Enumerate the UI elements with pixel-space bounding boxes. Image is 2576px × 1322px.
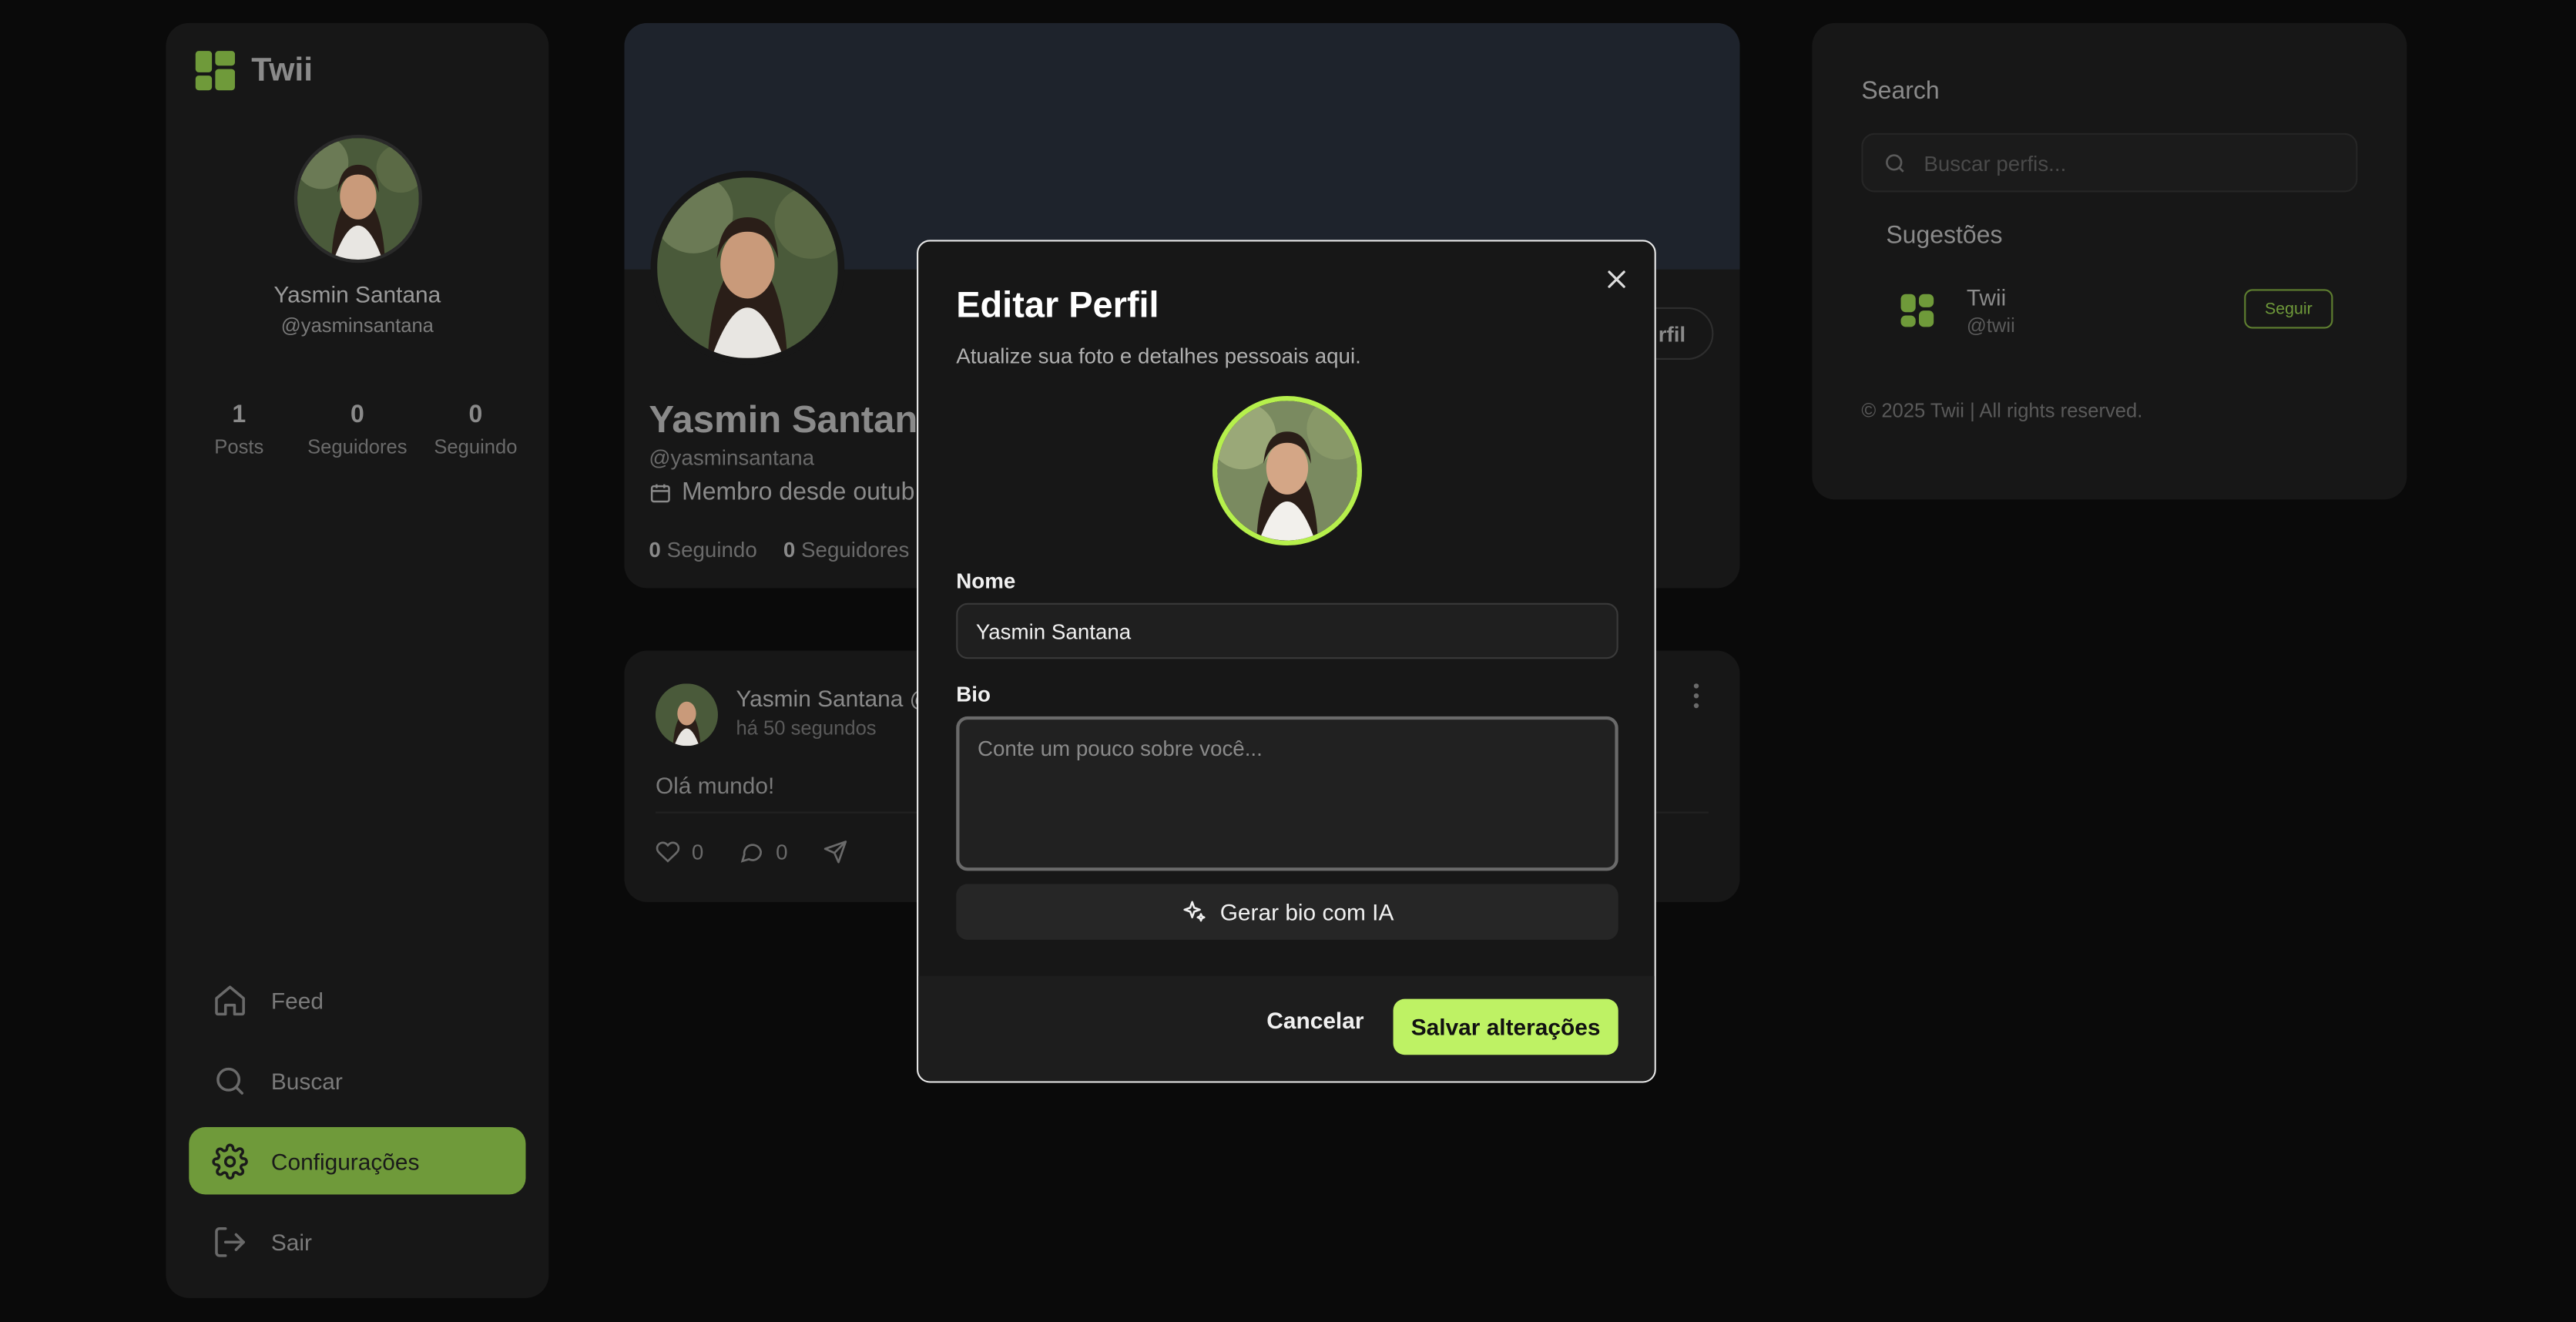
post-text: Olá mundo! xyxy=(655,772,775,799)
stat-followers[interactable]: 0 Seguidores xyxy=(298,401,417,458)
avatar-photo xyxy=(1217,401,1357,541)
comment-icon xyxy=(741,844,763,863)
user-name: Yasmin Santana xyxy=(273,280,441,307)
sidebar-item-label: Feed xyxy=(270,986,324,1013)
followers-label: Seguidores xyxy=(801,537,910,562)
suggestions-title: Sugestões xyxy=(1886,221,2003,250)
name-field[interactable]: Yasmin Santana xyxy=(956,602,1618,659)
logo-icon xyxy=(195,51,235,91)
logout-icon xyxy=(215,1226,245,1257)
generate-bio-button[interactable]: Gerar bio com IA xyxy=(956,884,1618,940)
stat-posts[interactable]: 1 Posts xyxy=(180,401,299,458)
like-button[interactable]: 0 xyxy=(656,840,703,864)
followers-count[interactable]: 0 Seguidores xyxy=(783,537,909,562)
sidebar: Twii Yasmin Santana @yasminsantana 1 Pos… xyxy=(166,22,549,1298)
stat-value: 0 xyxy=(350,401,364,429)
comment-count: 0 xyxy=(776,839,788,864)
avatar-photo xyxy=(297,138,419,260)
sidebar-item-configuracoes[interactable]: Configurações xyxy=(189,1127,526,1195)
comment-button[interactable]: 0 xyxy=(740,839,788,864)
cancel-button[interactable]: Cancelar xyxy=(1266,1007,1363,1033)
follow-button[interactable]: Seguir xyxy=(2244,289,2333,329)
calendar-icon xyxy=(650,483,670,502)
sidebar-item-buscar[interactable]: Buscar xyxy=(189,1047,525,1114)
post-avatar[interactable] xyxy=(655,683,718,747)
suggestion-name[interactable]: Twii xyxy=(1967,284,2006,310)
stat-label: Seguidores xyxy=(307,435,408,459)
bio-textarea[interactable] xyxy=(956,716,1618,871)
stat-label: Posts xyxy=(214,435,264,459)
save-button[interactable]: Salvar alterações xyxy=(1393,998,1618,1055)
user-stats: 1 Posts 0 Seguidores 0 Seguindo xyxy=(166,401,548,458)
member-since: Membro desde outub xyxy=(649,478,914,506)
avatar-upload[interactable] xyxy=(1212,395,1363,546)
avatar-photo xyxy=(655,683,718,747)
dialog-title: Editar Perfil xyxy=(956,284,1159,326)
suggestion-handle: @twii xyxy=(1966,314,2015,337)
edit-profile-dialog: Editar Perfil Atualize sua foto e detalh… xyxy=(917,240,1656,1083)
gear-icon xyxy=(212,1142,248,1179)
profile-avatar[interactable] xyxy=(650,170,845,365)
logo-text: Twii xyxy=(251,52,314,89)
copyright: © 2025 Twii | All rights reserved. xyxy=(1861,399,2143,423)
stat-following[interactable]: 0 Seguindo xyxy=(417,401,535,458)
dialog-subtitle: Atualize sua foto e detalhes pessoais aq… xyxy=(956,343,1361,368)
avatar[interactable] xyxy=(293,134,423,263)
dialog-footer: Cancelar Salvar alterações xyxy=(918,975,1655,1082)
right-panel: Search Sugestões Twii @twii Seguir © 202… xyxy=(1812,22,2407,500)
post-author[interactable]: Yasmin Santana @ xyxy=(736,685,932,711)
search-icon xyxy=(216,1066,243,1094)
heart-icon xyxy=(656,841,680,863)
twii-logo-icon xyxy=(1900,294,1934,327)
search-box[interactable] xyxy=(1861,133,2358,193)
sidebar-item-label: Sair xyxy=(270,1228,313,1255)
user-handle: @yasminsantana xyxy=(280,314,434,337)
sidebar-item-sair[interactable]: Sair xyxy=(189,1208,525,1275)
avatar-photo xyxy=(657,177,838,358)
send-icon xyxy=(824,841,848,864)
bio-label: Bio xyxy=(956,682,991,707)
stat-value: 0 xyxy=(468,401,483,429)
post-actions: 0 0 xyxy=(656,840,849,864)
follow-counts: 0 Seguindo 0 Seguidores xyxy=(649,537,909,562)
search-title: Search xyxy=(1861,77,1940,106)
sidebar-item-label: Buscar xyxy=(270,1067,343,1094)
following-label: Seguindo xyxy=(666,537,757,562)
profile-handle: @yasminsantana xyxy=(649,445,815,470)
home-icon xyxy=(215,985,245,1015)
more-options-icon[interactable] xyxy=(1693,683,1701,713)
close-icon[interactable] xyxy=(1602,264,1631,294)
sparkles-icon xyxy=(1182,901,1205,922)
search-icon xyxy=(1886,153,1904,172)
sidebar-nav: Feed Buscar Configurações Sair xyxy=(189,966,526,1288)
generate-bio-label: Gerar bio com IA xyxy=(1219,898,1394,925)
stat-value: 1 xyxy=(232,401,247,429)
like-count: 0 xyxy=(691,839,704,864)
name-label: Nome xyxy=(956,568,1016,593)
following-value: 0 xyxy=(649,537,661,562)
member-since-text: Membro desde outub xyxy=(682,478,915,506)
search-input[interactable] xyxy=(1924,150,2335,176)
sidebar-item-label: Configurações xyxy=(270,1147,420,1174)
profile-name: Yasmin Santana xyxy=(649,398,939,441)
following-count[interactable]: 0 Seguindo xyxy=(649,537,756,562)
stat-label: Seguindo xyxy=(434,435,518,459)
share-button[interactable] xyxy=(823,840,848,864)
sidebar-item-feed[interactable]: Feed xyxy=(189,966,525,1033)
post-time: há 50 segundos xyxy=(736,716,877,740)
followers-value: 0 xyxy=(783,537,796,562)
logo[interactable]: Twii xyxy=(195,51,314,91)
